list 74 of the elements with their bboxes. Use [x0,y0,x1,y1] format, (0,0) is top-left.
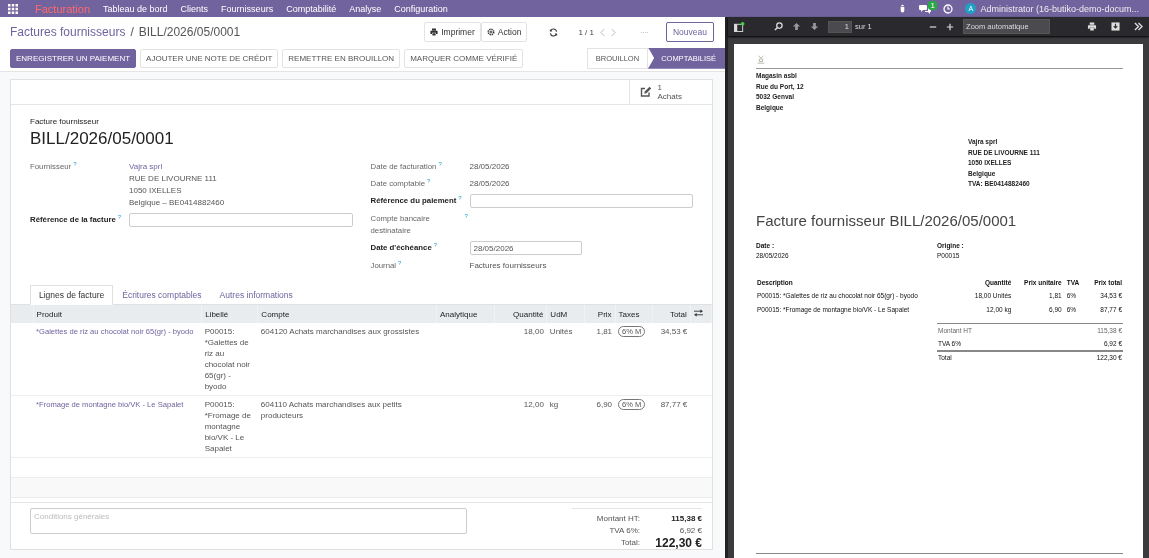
menu-item[interactable]: Configuration [394,3,448,14]
column-header[interactable]: Compte [261,309,290,319]
clock-icon[interactable] [943,3,954,14]
menu-item[interactable]: Fournisseurs [221,3,274,14]
total-label: Montant HT: [596,513,640,525]
down-arrow-icon[interactable] [810,22,819,31]
gear-icon [486,28,495,36]
user-name[interactable]: Administrator (16-butiko-demo-docum... [980,3,1139,14]
table-cell: Unités [549,327,573,336]
up-arrow-icon[interactable] [792,22,801,31]
action-button[interactable]: REMETTRE EN BROUILLON [282,48,401,68]
printer-icon [430,28,439,36]
supplier-link[interactable]: Vajra sprl [129,161,163,173]
edit-icon [639,86,652,98]
table-cell: 18,00 [523,327,544,336]
breadcrumb-link[interactable]: Factures fournisseurs [10,25,126,39]
total-value: 115,38 € [670,513,702,525]
message-count-badge: 1 [928,0,937,10]
print-button[interactable]: Imprimer [424,22,481,42]
action-button[interactable]: AJOUTER UNE NOTE DE CRÉDIT [140,48,279,68]
apps-grid-icon[interactable] [8,3,18,14]
address-line: 1050 IXELLES [129,185,182,197]
smart-button-count: 1 [657,83,663,92]
table-cell: kg [549,400,559,409]
company-logo [756,54,766,64]
field-value: Factures fournisseurs [469,260,547,272]
zoom-in-icon[interactable] [946,22,955,31]
menu-item[interactable]: Clients [180,3,209,14]
sidebar-toggle-icon[interactable] [734,21,745,32]
table-cell: P00015: *Fromage de montagne bio/VK - Le Sapalet [204,400,251,453]
table-cell: 604120 Achats marchandises aux grossistes [260,327,420,336]
table-cell: 12,00 [523,400,544,409]
total-value: 122,30 € [654,537,702,549]
menu-item[interactable]: Comptabilité [286,3,337,14]
total-label: TVA 6%: [609,525,640,537]
tab[interactable]: Écritures comptables [113,285,211,305]
more-tools-icon[interactable] [1134,22,1143,31]
breadcrumb-separator: / [130,25,134,39]
date-field[interactable]: 28/05/2026 [469,241,582,255]
address-line: Belgique – BE0414882460 [129,197,225,209]
table-cell: 87,77 € [660,400,688,409]
table-cell: 604110 Achats marchandises aux petits producteurs [260,400,402,420]
record-title: BILL/2026/05/0001 [138,25,241,39]
tab[interactable]: Autres informations [210,285,302,305]
menu-item[interactable]: Analyse [349,3,382,14]
table-cell: P00015: *Galettes de riz au chocolat noir 65(gr) - byodo [204,327,251,391]
download-icon[interactable] [1111,22,1120,31]
document-name: BILL/2026/05/0001 [30,129,175,149]
field-value: 28/05/2026 [469,161,510,173]
input-field[interactable] [129,213,353,227]
purchases-smart-button[interactable]: 1 Achats [628,80,712,104]
total-label: Total: [620,537,640,549]
table-cell: 6,90 [596,400,613,409]
action-button[interactable]: Action [480,22,528,42]
document-type-label: Facture fournisseur [30,117,100,126]
pager-value: 1 / 1 [578,27,594,37]
print-icon[interactable] [1087,22,1097,31]
column-header[interactable]: Produit [36,309,62,319]
action-button[interactable]: MARQUER COMME VÉRIFIÉ [404,48,524,68]
search-icon[interactable] [774,22,783,31]
table-cell: 34,53 € [660,327,688,336]
table-cell: 1,81 [596,327,613,336]
menu-item[interactable]: Tableau de bord [103,3,168,14]
new-button[interactable]: Nouveau [665,22,714,42]
invoice-title: Facture fournisseur BILL/2026/05/0001 [756,211,1018,229]
refresh-icon[interactable] [549,27,559,37]
field-value: 28/05/2026 [469,178,510,190]
column-settings-icon[interactable] [693,309,703,317]
smart-button-label: Achats [657,92,682,101]
action-button[interactable]: ENREGISTRER UN PAIEMENT [10,48,137,68]
tab[interactable]: Lignes de facture [30,285,114,305]
input-field[interactable] [469,194,693,208]
address-line: RUE DE LIVOURNE 111 [129,173,217,185]
total-value: 6,92 € [678,525,702,537]
